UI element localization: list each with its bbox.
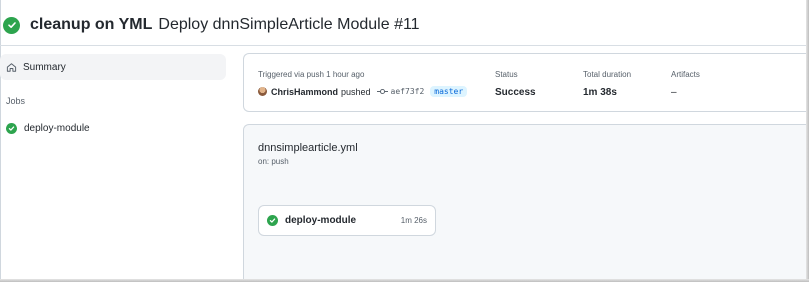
status-label: Status <box>495 70 518 79</box>
job-duration: 1m 26s <box>400 216 427 225</box>
sidebar-item-deploy-module[interactable]: deploy-module <box>0 116 226 140</box>
run-summary-card: Triggered via push 1 hour ago ChrisHammo… <box>243 53 809 112</box>
workflow-trigger: on: push <box>258 157 289 166</box>
trigger-action: pushed <box>341 86 371 97</box>
duration-value: 1m 38s <box>583 87 617 98</box>
git-commit-icon <box>376 88 388 95</box>
artifacts-label: Artifacts <box>671 70 700 79</box>
workflow-graph: dnnsimplearticle.yml on: push deploy-mod… <box>243 124 809 282</box>
sidebar: Summary Jobs deploy-module <box>0 52 230 279</box>
status-value: Success <box>495 87 536 98</box>
job-card-deploy-module[interactable]: deploy-module 1m 26s <box>258 205 436 236</box>
run-header: cleanup on YML Deploy dnnSimpleArticle M… <box>3 13 420 37</box>
header-divider <box>0 45 806 46</box>
branch-badge[interactable]: master <box>430 86 468 97</box>
check-circle-fill-icon <box>3 16 20 34</box>
workflow-file-name: dnnsimplearticle.yml <box>258 142 358 154</box>
sidebar-item-label: deploy-module <box>24 122 90 134</box>
home-icon <box>6 62 17 73</box>
check-circle-fill-icon <box>6 122 17 134</box>
jobs-heading: Jobs <box>6 96 26 106</box>
trigger-details: ChrisHammond pushed aef73f2 master <box>258 86 468 97</box>
job-name: deploy-module <box>285 215 357 226</box>
duration-label: Total duration <box>583 70 632 79</box>
artifacts-value: – <box>671 87 677 98</box>
sidebar-item-summary[interactable]: Summary <box>0 54 226 80</box>
trigger-label: Triggered via push 1 hour ago <box>258 70 365 79</box>
avatar[interactable] <box>258 87 267 96</box>
check-circle-fill-icon <box>267 215 278 226</box>
run-title-workflow: Deploy dnnSimpleArticle Module #11 <box>158 16 420 33</box>
sidebar-item-label: Summary <box>23 61 66 73</box>
run-title-commit: cleanup on YML <box>30 16 153 33</box>
actor-link[interactable]: ChrisHammond <box>271 87 338 97</box>
commit-sha-link[interactable]: aef73f2 <box>391 87 425 96</box>
